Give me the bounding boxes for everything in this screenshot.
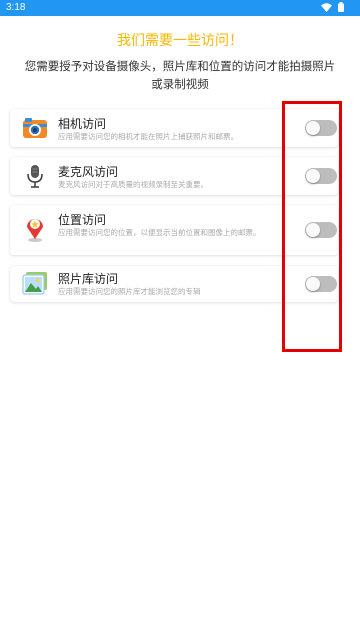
permission-title: 位置访问 bbox=[58, 213, 107, 227]
wifi-icon bbox=[321, 2, 332, 12]
permission-title: 麦克风访问 bbox=[58, 165, 119, 179]
page-subtitle: 您需要授予对设备摄像头，照片库和位置的访问才能拍摄照片或录制视频 bbox=[24, 59, 336, 91]
photo-gallery-icon bbox=[22, 271, 48, 297]
toggle-highlight-box bbox=[282, 101, 342, 352]
permission-description: 应用需要访问您的相机才能在照片上捕获照片和邮票。 bbox=[58, 132, 238, 141]
permission-description: 应用需要访问您的位置，以便显示当前位置和图像上的邮票。 bbox=[58, 228, 261, 237]
status-icons bbox=[321, 2, 344, 12]
status-time: 3:18 bbox=[6, 2, 26, 13]
permission-description: 麦克风访问对于高质量的视频录制至关重要。 bbox=[58, 180, 208, 189]
location-pin-icon bbox=[22, 215, 48, 242]
permission-title: 相机访问 bbox=[58, 117, 107, 131]
page-title: 我们需要一些访问！ bbox=[117, 33, 243, 49]
battery-icon bbox=[338, 2, 344, 12]
permission-description: 应用需要访问您的照片库才能浏览您的专辑 bbox=[58, 287, 201, 296]
status-bar: 3:18 bbox=[0, 0, 360, 16]
microphone-icon bbox=[22, 163, 48, 189]
camera-icon bbox=[22, 115, 48, 141]
permission-title: 照片库访问 bbox=[58, 272, 119, 286]
